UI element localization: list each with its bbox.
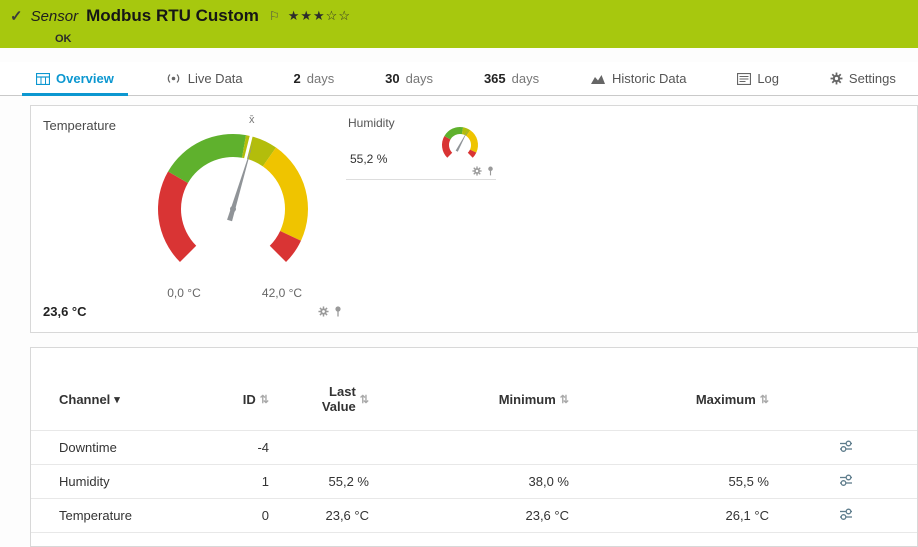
channel-minimum-cell: 23,6 °C bbox=[399, 498, 599, 533]
tab-live-data[interactable]: Live Data bbox=[165, 62, 243, 95]
column-header-minimum-label: Minimum bbox=[498, 392, 556, 408]
sensor-header-line1: ✓ Sensor Modbus RTU Custom ⚐ ★★★☆☆ bbox=[10, 6, 908, 26]
column-header-actions bbox=[799, 374, 917, 431]
pin-icon[interactable] bbox=[334, 306, 342, 317]
column-header-channel-label: Channel bbox=[59, 392, 111, 408]
overview-icon bbox=[36, 72, 50, 85]
channel-settings-icon[interactable] bbox=[839, 474, 853, 487]
log-icon bbox=[737, 72, 752, 85]
channel-settings-icon[interactable] bbox=[839, 440, 853, 453]
channel-name-cell: Downtime bbox=[31, 430, 231, 465]
gear-icon[interactable] bbox=[318, 306, 329, 317]
live-data-icon bbox=[167, 74, 179, 83]
tab-2-days-number: 2 bbox=[293, 71, 301, 86]
column-header-id[interactable]: ID ⇅ bbox=[231, 374, 299, 431]
sort-icon: ⇅ bbox=[759, 394, 769, 407]
table-header-row: Channel ▾ ID ⇅ Last Value ⇅ Minimum ⇅ Maximu… bbox=[31, 374, 917, 431]
channel-maximum-cell: 26,1 °C bbox=[599, 498, 799, 533]
tab-2-days[interactable]: 2 days bbox=[294, 62, 335, 95]
tab-overview[interactable]: Overview bbox=[22, 62, 128, 96]
channel-name-cell: Temperature bbox=[31, 498, 231, 533]
sensor-header: ✓ Sensor Modbus RTU Custom ⚐ ★★★☆☆ OK bbox=[0, 0, 918, 48]
channel-minimum-cell bbox=[399, 430, 599, 465]
temperature-gauge-dial: x̄ bbox=[158, 114, 309, 263]
historic-data-icon bbox=[591, 74, 606, 84]
sort-icon: ⇅ bbox=[259, 394, 269, 407]
tab-settings-label: Settings bbox=[848, 71, 896, 86]
sensor-title: Modbus RTU Custom bbox=[86, 6, 259, 25]
gauge-min-label: 0,0 °C bbox=[167, 286, 201, 300]
settings-gear-icon bbox=[830, 72, 843, 85]
tab-historic-data-label: Historic Data bbox=[612, 71, 687, 86]
sort-icon: ⇅ bbox=[559, 394, 569, 407]
channels-table: Channel ▾ ID ⇅ Last Value ⇅ Minimum ⇅ Maximu… bbox=[31, 374, 917, 533]
column-header-last-value-label: Last Value bbox=[321, 384, 356, 414]
channel-id-cell: -4 bbox=[231, 430, 299, 465]
temperature-current-value: 23,6 °C bbox=[43, 304, 87, 319]
sort-icon: ⇅ bbox=[359, 393, 369, 406]
sort-caret-icon: ▾ bbox=[114, 394, 120, 407]
column-header-channel[interactable]: Channel ▾ bbox=[31, 374, 231, 431]
mean-marker: x̄ bbox=[249, 114, 255, 126]
gauges-panel: Temperature 23,6 °C x̄ 0,0 °C 42,0 °C Hu… bbox=[30, 105, 918, 333]
channel-id-cell: 0 bbox=[231, 498, 299, 533]
tab-settings[interactable]: Settings bbox=[830, 62, 896, 95]
table-row-temperature: Temperature 0 23,6 °C 23,6 °C 26,1 °C bbox=[31, 498, 917, 533]
channel-id-cell: 1 bbox=[231, 464, 299, 499]
pin-icon[interactable] bbox=[487, 166, 494, 176]
sensor-status-badge: OK bbox=[55, 33, 72, 45]
channel-minimum-cell: 38,0 % bbox=[399, 464, 599, 499]
column-header-maximum-label: Maximum bbox=[695, 392, 756, 408]
priority-stars[interactable]: ★★★☆☆ bbox=[288, 8, 351, 24]
channels-table-panel: Channel ▾ ID ⇅ Last Value ⇅ Minimum ⇅ Maximu… bbox=[30, 347, 918, 547]
tab-365-days[interactable]: 365 days bbox=[484, 62, 539, 95]
column-header-maximum[interactable]: Maximum ⇅ bbox=[599, 374, 799, 431]
tab-30-days-label: days bbox=[405, 71, 434, 86]
humidity-gauge-title: Humidity bbox=[348, 116, 395, 130]
channel-last-value-cell bbox=[299, 430, 399, 465]
tab-365-days-label: days bbox=[511, 71, 540, 86]
tab-30-days[interactable]: 30 days bbox=[385, 62, 433, 95]
humidity-current-value: 55,2 % bbox=[350, 152, 388, 166]
column-header-last-value[interactable]: Last Value ⇅ bbox=[299, 374, 399, 431]
tab-overview-label: Overview bbox=[56, 71, 114, 86]
channel-last-value-cell: 23,6 °C bbox=[299, 498, 399, 533]
tab-log[interactable]: Log bbox=[737, 62, 779, 95]
temperature-gauge-title: Temperature bbox=[43, 118, 116, 133]
temperature-gauge-actions bbox=[318, 306, 342, 317]
sensor-header-line2: OK bbox=[10, 29, 908, 47]
column-header-minimum[interactable]: Minimum ⇅ bbox=[399, 374, 599, 431]
table-row-humidity: Humidity 1 55,2 % 38,0 % 55,5 % bbox=[31, 464, 917, 499]
tab-bar: Overview Live Data 2 days 30 days 365 da… bbox=[0, 62, 918, 96]
column-header-id-label: ID bbox=[242, 392, 256, 408]
channel-last-value-cell: 55,2 % bbox=[299, 464, 399, 499]
channel-maximum-cell bbox=[599, 430, 799, 465]
channel-name-cell: Humidity bbox=[31, 464, 231, 499]
gauge-max-label: 42,0 °C bbox=[261, 286, 303, 300]
tab-live-data-label: Live Data bbox=[187, 71, 243, 86]
tab-2-days-label: days bbox=[306, 71, 335, 86]
humidity-gauge: Humidity 55,2 % bbox=[346, 116, 496, 180]
temperature-gauge: x̄ 0,0 °C 42,0 °C bbox=[128, 106, 341, 326]
tab-30-days-number: 30 bbox=[385, 71, 400, 86]
gear-icon[interactable] bbox=[472, 166, 482, 176]
object-kind-label: Sensor bbox=[30, 7, 79, 25]
tab-log-label: Log bbox=[757, 71, 780, 86]
tab-365-days-number: 365 bbox=[483, 71, 506, 86]
channel-settings-icon[interactable] bbox=[839, 508, 853, 521]
status-check-icon: ✓ bbox=[10, 8, 23, 25]
humidity-gauge-actions bbox=[472, 166, 494, 176]
channel-maximum-cell: 55,5 % bbox=[599, 464, 799, 499]
humidity-gauge-dial bbox=[441, 126, 478, 158]
table-row-downtime: Downtime -4 bbox=[31, 430, 917, 465]
priority-flag-icon[interactable]: ⚐ bbox=[269, 9, 280, 23]
tab-historic-data[interactable]: Historic Data bbox=[590, 62, 686, 95]
